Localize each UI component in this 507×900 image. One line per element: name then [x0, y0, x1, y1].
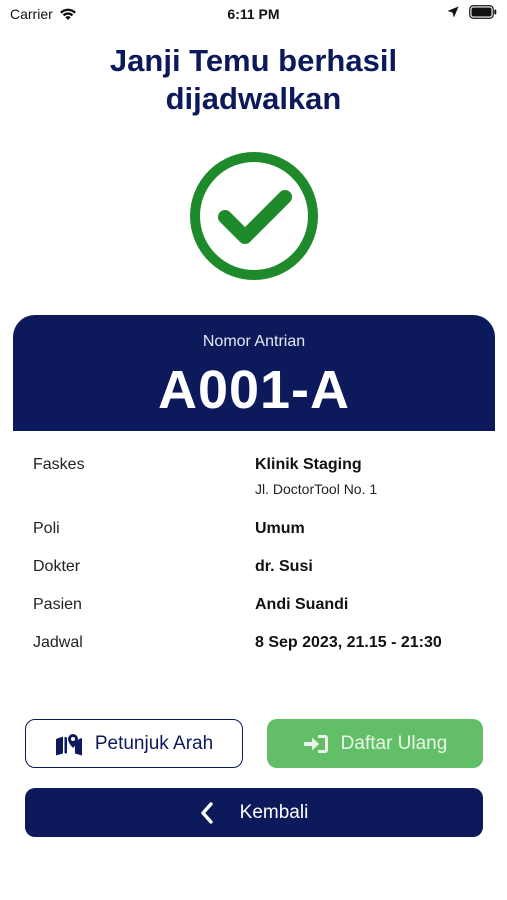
- faskes-label: Faskes: [33, 456, 85, 473]
- queue-card: Nomor Antrian A001-A: [13, 315, 495, 431]
- chevron-left-icon: [200, 801, 213, 824]
- detail-row-poli: Poli Umum: [33, 520, 473, 558]
- poli-label: Poli: [33, 520, 60, 537]
- faskes-value: Klinik Staging: [255, 456, 362, 473]
- status-icons: [447, 5, 497, 19]
- back-button[interactable]: Kembali: [25, 788, 483, 837]
- dokter-label: Dokter: [33, 558, 81, 575]
- detail-row-faskes: Faskes Klinik Staging Jl. DoctorTool No.…: [33, 456, 473, 520]
- jadwal-value: 8 Sep 2023, 21.15 - 21:30: [255, 634, 442, 651]
- queue-label: Nomor Antrian: [202, 333, 306, 350]
- battery-icon: [469, 5, 497, 19]
- back-button-label: Kembali: [239, 801, 309, 823]
- sign-in-icon: [303, 734, 328, 753]
- appointment-details: Faskes Klinik Staging Jl. DoctorTool No.…: [33, 456, 473, 672]
- status-bar: Carrier 6:11 PM: [0, 0, 507, 30]
- poli-value: Umum: [255, 520, 305, 537]
- detail-row-jadwal: Jadwal 8 Sep 2023, 21.15 - 21:30: [33, 634, 473, 672]
- location-arrow-icon: [447, 6, 459, 18]
- detail-row-pasien: Pasien Andi Suandi: [33, 596, 473, 634]
- directions-button-label: Petunjuk Arah: [94, 732, 214, 754]
- queue-number: A001-A: [157, 360, 351, 420]
- map-marker-icon: [55, 733, 82, 755]
- page-title: Janji Temu berhasil dijadwalkan: [109, 43, 398, 116]
- pasien-value: Andi Suandi: [255, 596, 349, 613]
- detail-row-dokter: Dokter dr. Susi: [33, 558, 473, 596]
- checkin-button-label: Daftar Ulang: [340, 732, 448, 754]
- directions-button[interactable]: Petunjuk Arah: [25, 719, 243, 768]
- jadwal-label: Jadwal: [33, 634, 83, 651]
- check-circle-icon: [190, 152, 318, 280]
- checkin-button[interactable]: Daftar Ulang: [267, 719, 483, 768]
- faskes-address: Jl. DoctorTool No. 1: [255, 481, 378, 497]
- faskes-value-group: Klinik Staging Jl. DoctorTool No. 1: [255, 456, 377, 497]
- clock: 6:11 PM: [227, 6, 280, 22]
- pasien-label: Pasien: [33, 596, 82, 613]
- dokter-value: dr. Susi: [255, 558, 313, 575]
